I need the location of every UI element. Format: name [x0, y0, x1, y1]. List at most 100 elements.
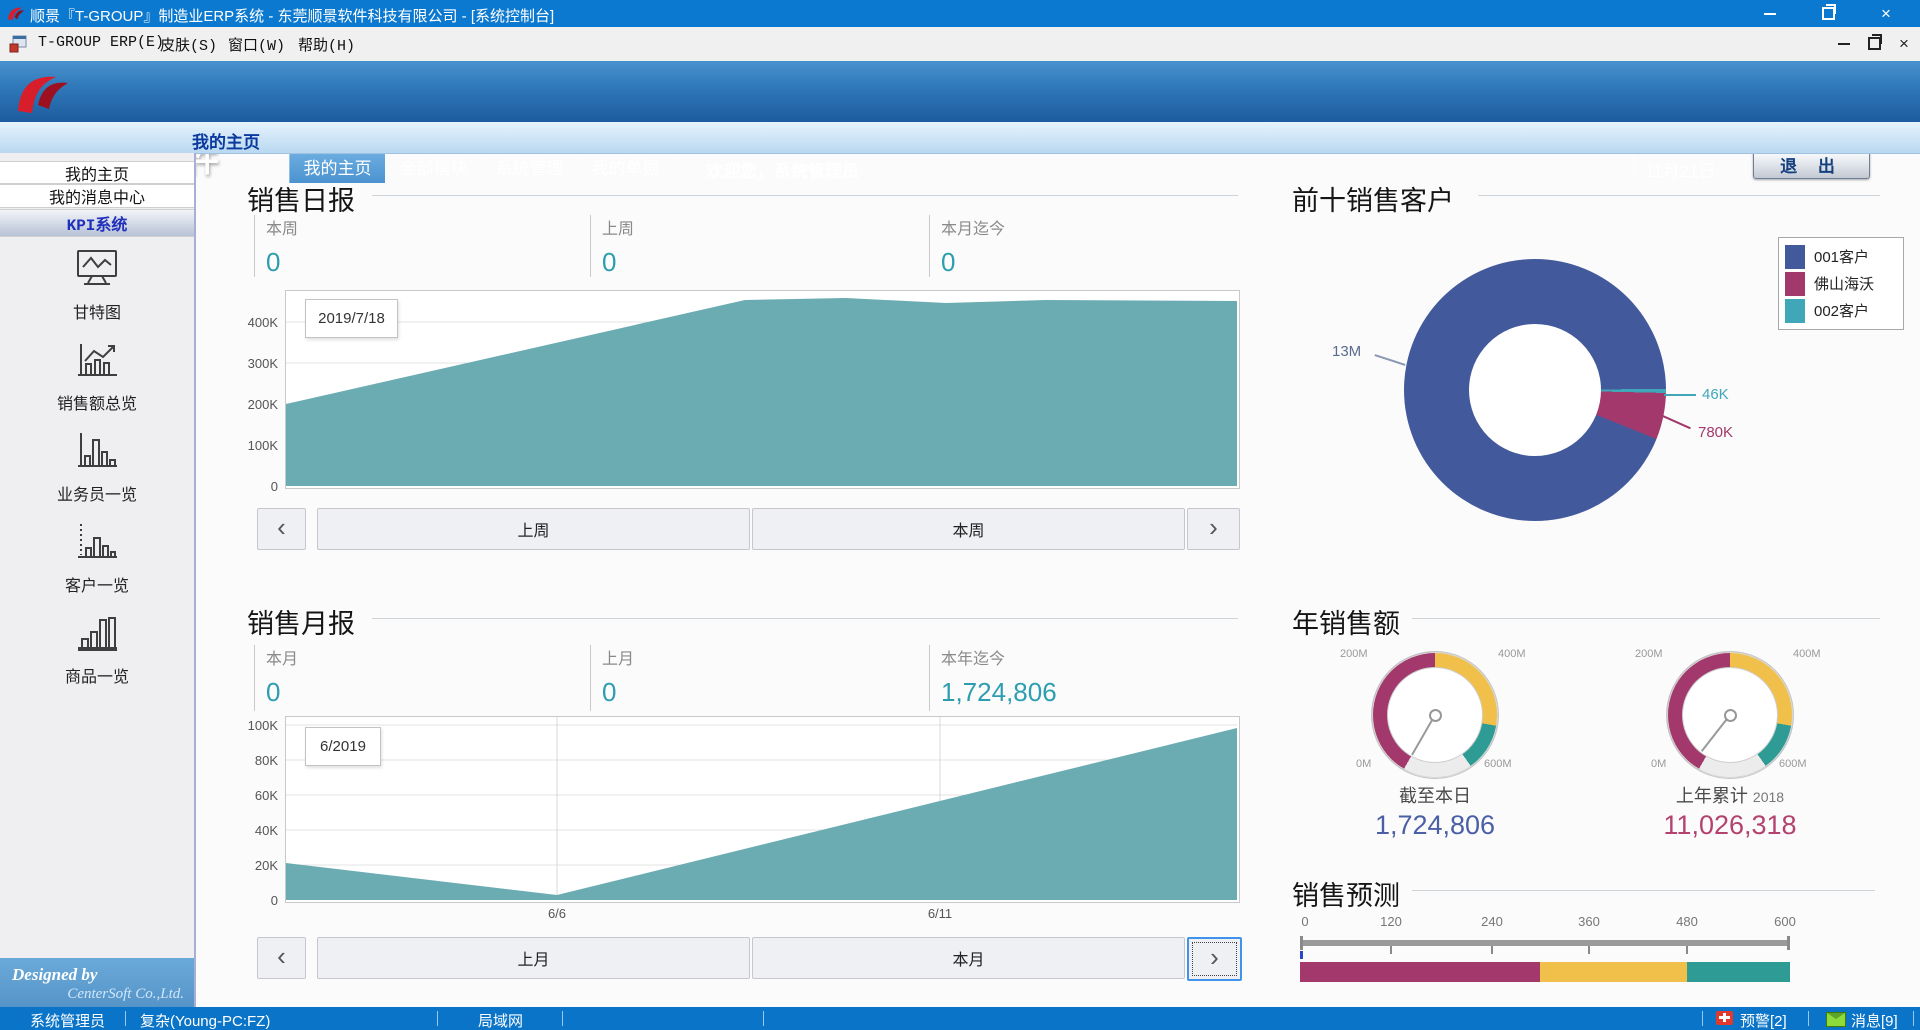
daily-last-week-button[interactable]: 上周: [317, 508, 750, 550]
menu-window[interactable]: 窗口(W): [228, 34, 285, 55]
daily-section-title: 销售日报: [247, 179, 355, 218]
monthly-section-title: 销售月报: [247, 602, 355, 641]
title-bar: 顺景『T-GROUP』制造业ERP系统 - 东莞顺景软件科技有限公司 - [系统…: [0, 0, 1920, 27]
gantt-monitor-icon: [74, 248, 120, 288]
envelope-icon: [1826, 1012, 1846, 1027]
legend-swatch-teal: [1785, 299, 1805, 323]
monthly-ytick: 40K: [218, 823, 278, 838]
annual-section-title: 年销售额: [1292, 602, 1400, 641]
mdi-close-icon[interactable]: ×: [1892, 30, 1916, 57]
forecast-title-rule: [1412, 890, 1875, 891]
chevron-left-icon: ‹: [277, 956, 286, 960]
status-user: 系统管理员: [30, 1010, 105, 1030]
app-logo-icon: [6, 4, 25, 23]
company-text: CenterSoft Co.,Ltd.: [67, 986, 184, 1003]
medkit-icon: [1716, 1011, 1733, 1025]
restore-icon[interactable]: [1805, 0, 1851, 27]
sidebar-item-gantt[interactable]: 甘特图: [0, 248, 194, 323]
gauge-last-year-caption: 上年累计 2018: [1620, 782, 1840, 808]
designed-by-text: Designed by: [12, 965, 97, 985]
tab-my-docs[interactable]: 我的单据: [577, 150, 674, 183]
callout-line-blue: [1374, 354, 1405, 366]
monthly-last-month-button[interactable]: 上月: [317, 937, 750, 979]
gauge-year: 2018: [1753, 789, 1784, 805]
customers-section-title: 前十销售客户: [1292, 179, 1454, 218]
status-alert[interactable]: 预警[2]: [1740, 1010, 1787, 1030]
sidebar-item-customer[interactable]: 客户一览: [0, 521, 194, 596]
mdi-minimize-icon[interactable]: [1832, 30, 1856, 57]
close-icon[interactable]: ×: [1863, 0, 1909, 27]
erp-window: 顺景『T-GROUP』制造业ERP系统 - 东莞顺景软件科技有限公司 - [系统…: [0, 0, 1920, 1030]
mdi-restore-icon[interactable]: [1862, 30, 1886, 57]
welcome-text: 欢迎您，系统管理员: [706, 157, 859, 182]
monthly-xtick: 6/6: [527, 906, 587, 921]
forecast-bar: [1300, 962, 1790, 982]
status-host: 复杂(Young-PC:FZ): [140, 1010, 270, 1030]
callout-line-teal: [1664, 394, 1696, 396]
forecast-segment-yellow: [1540, 962, 1687, 982]
gauge-hub: [1429, 709, 1442, 722]
minimize-icon[interactable]: [1747, 0, 1793, 27]
monthly-ytick: 100K: [218, 718, 278, 733]
monthly-ytick: 80K: [218, 753, 278, 768]
donut-hole: [1469, 324, 1601, 456]
tab-all-modules[interactable]: 全部模块: [385, 150, 481, 183]
menu-bar: T-GROUP ERP(E) 皮肤(S) 窗口(W) 帮助(H) ×: [0, 27, 1920, 62]
daily-chart-tooltip: 2019/7/18: [305, 299, 398, 338]
designed-by-badge: Designed by CenterSoft Co.,Ltd.: [0, 958, 194, 1007]
daily-ytick: 300K: [218, 356, 278, 371]
customer-bars-icon: [74, 521, 120, 561]
daily-this-week-button[interactable]: 本周: [752, 508, 1185, 550]
daily-next-arrow-button[interactable]: ›: [1187, 508, 1240, 550]
customers-donut-chart[interactable]: [1404, 259, 1666, 521]
menu-skin[interactable]: 皮肤(S): [160, 34, 217, 55]
customers-legend: 001客户 佛山海沃 002客户: [1778, 237, 1904, 330]
gauge-today-caption: 截至本日: [1325, 782, 1545, 808]
menu-help[interactable]: 帮助(H): [298, 34, 355, 55]
status-message[interactable]: 消息[9]: [1851, 1010, 1898, 1030]
daily-ytick: 400K: [218, 315, 278, 330]
gauge-today: 0M 200M 400M 600M: [1372, 652, 1498, 778]
monthly-prev-arrow-button[interactable]: ‹: [257, 937, 306, 979]
monthly-ytick: 0: [218, 893, 278, 908]
menu-tgroup-erp[interactable]: T-GROUP ERP(E): [38, 34, 164, 51]
legend-swatch-blue: [1785, 245, 1805, 269]
chevron-left-icon: ‹: [277, 527, 286, 531]
daily-ytick: 100K: [218, 438, 278, 453]
sidebar-item-sales-total[interactable]: 销售额总览: [0, 339, 194, 414]
header-separator: [1633, 155, 1634, 175]
gauge-last-year-value: 11,026,318: [1610, 810, 1850, 841]
monthly-stat-year-to-date: 本年迄今 1,724,806: [929, 645, 1241, 711]
daily-area-chart[interactable]: 2019/7/18: [285, 290, 1240, 489]
forecast-section-title: 销售预测: [1292, 874, 1400, 913]
monthly-this-month-button[interactable]: 本月: [752, 937, 1185, 979]
annual-title-rule: [1412, 618, 1880, 619]
status-network: 局域网: [478, 1010, 523, 1030]
monthly-ytick: 60K: [218, 788, 278, 803]
salesman-bars-icon: [74, 430, 120, 470]
daily-ytick: 0: [218, 479, 278, 494]
tab-system-mgmt[interactable]: 系统管理: [481, 150, 577, 183]
gauge-hub: [1724, 709, 1737, 722]
sidebar: 我的主页 我的消息中心 KPI系统 甘特图 销售额总览: [0, 153, 196, 1007]
monthly-xtick: 6/11: [910, 906, 970, 921]
shunjing-logo-icon: [12, 67, 74, 117]
daily-prev-arrow-button[interactable]: ‹: [257, 508, 306, 550]
monthly-next-arrow-button[interactable]: ›: [1187, 937, 1242, 981]
header-date: 11月21日: [1645, 157, 1716, 182]
sidebar-item-product[interactable]: 商品一览: [0, 612, 194, 687]
sidebar-item-salesman[interactable]: 业务员一览: [0, 430, 194, 505]
sidebar-item-kpi-system[interactable]: KPI系统: [0, 209, 194, 237]
daily-title-rule: [372, 195, 1238, 196]
sidebar-item-message-center[interactable]: 我的消息中心: [0, 184, 194, 208]
forecast-segment-teal: [1687, 962, 1790, 982]
monthly-ytick: 20K: [218, 858, 278, 873]
legend-item-foshan: 佛山海沃: [1785, 270, 1897, 297]
daily-stat-month-to-date: 本月迄今 0: [929, 215, 1241, 277]
callout-blue: 13M: [1332, 343, 1361, 360]
daily-ytick: 200K: [218, 397, 278, 412]
sidebar-item-my-home[interactable]: 我的主页: [0, 161, 194, 184]
status-bar: 系统管理员 复杂(Young-PC:FZ) 局域网 预警[2] 消息[9]: [0, 1007, 1920, 1030]
forecast-ruler: [1300, 940, 1790, 946]
monthly-area-chart[interactable]: 6/2019: [285, 716, 1240, 903]
